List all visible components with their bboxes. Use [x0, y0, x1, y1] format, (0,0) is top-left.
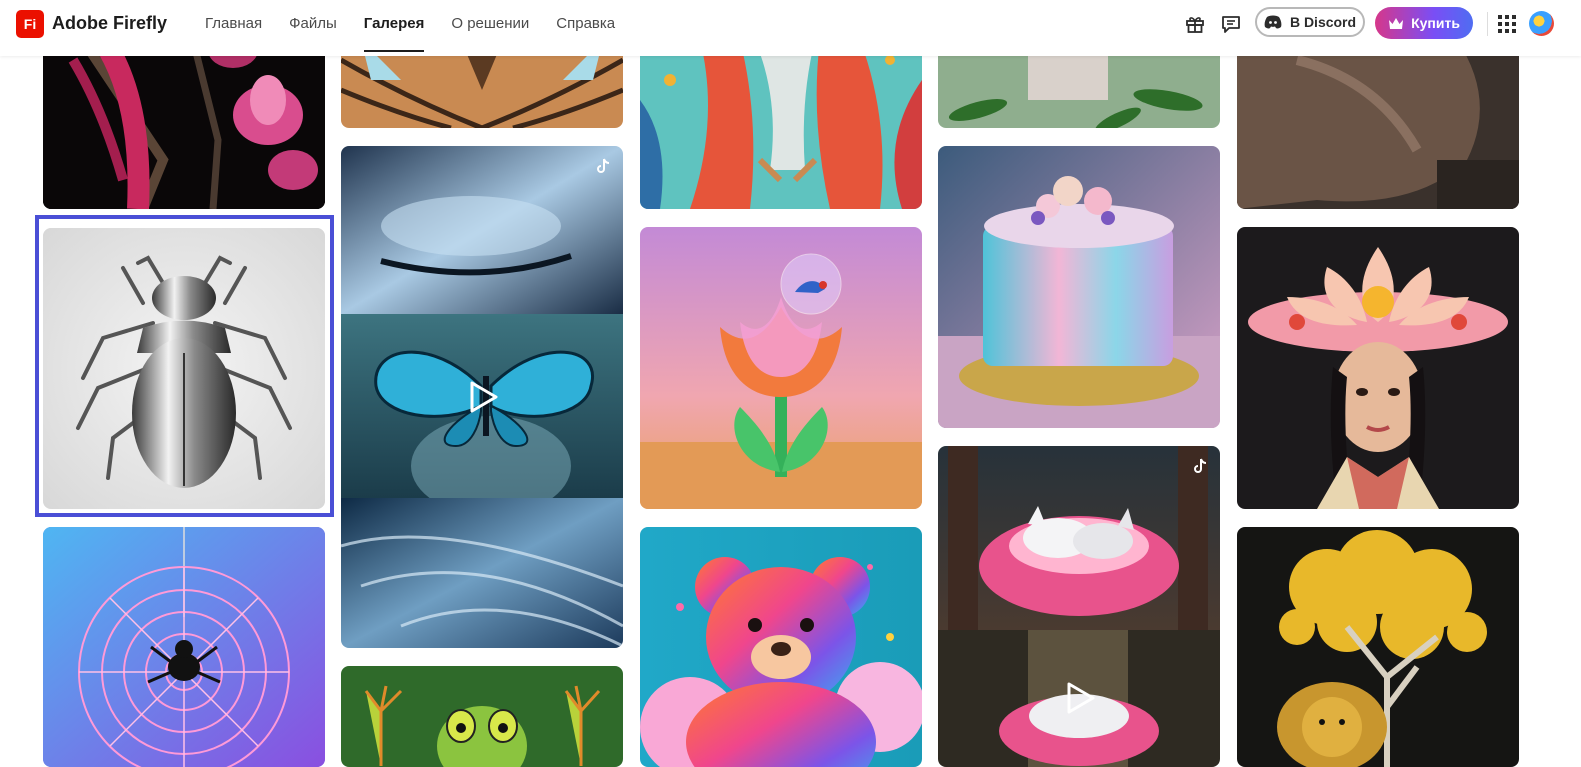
gallery-tile-fur[interactable]	[1237, 40, 1519, 209]
main-nav: Главная Файлы Галерея О решении Справка	[205, 0, 615, 56]
nav-gallery[interactable]: Галерея	[363, 0, 424, 52]
sleeping-fox-image	[938, 446, 1220, 767]
gallery-tile-frogs[interactable]	[341, 666, 623, 767]
lotus-woman-image	[1237, 227, 1519, 509]
avatar[interactable]	[1529, 11, 1554, 36]
gallery-tile-cake[interactable]	[938, 146, 1220, 428]
crown-icon	[1389, 17, 1404, 29]
gallery-tile-magnolia[interactable]	[43, 40, 325, 209]
gift-icon[interactable]	[1184, 13, 1206, 35]
gallery-tile-butterfly-video[interactable]	[341, 146, 623, 648]
gallery-tile-teddy-bear[interactable]	[640, 527, 922, 767]
buy-button[interactable]: Купить	[1375, 7, 1473, 39]
magnolia-image	[43, 40, 325, 209]
golden-tree-image	[1237, 527, 1519, 767]
teddy-bear-image	[640, 527, 922, 767]
glass-tulip-image	[640, 227, 922, 509]
cake-image	[938, 146, 1220, 428]
frogs-image	[341, 666, 623, 767]
spider-web-image	[43, 527, 325, 767]
app-name[interactable]: Adobe Firefly	[52, 13, 167, 34]
play-icon[interactable]	[1059, 678, 1099, 718]
chat-icon[interactable]	[1220, 13, 1242, 35]
discord-icon	[1264, 15, 1282, 29]
discord-button[interactable]: В Discord	[1255, 7, 1365, 37]
gallery-tile-fox-video[interactable]	[938, 446, 1220, 767]
header-divider	[1487, 12, 1488, 36]
gallery-tile-lotus-woman[interactable]	[1237, 227, 1519, 509]
nav-files[interactable]: Файлы	[289, 0, 337, 50]
apps-grid-icon[interactable]	[1496, 13, 1518, 35]
play-icon[interactable]	[462, 377, 502, 417]
gallery-tile-paper-creature[interactable]	[640, 40, 922, 209]
selection-highlight	[35, 215, 334, 517]
firefly-logo[interactable]: Fi	[16, 10, 44, 38]
gallery-tile-glass-tulip[interactable]	[640, 227, 922, 509]
nav-about[interactable]: О решении	[451, 0, 529, 50]
discord-label: В Discord	[1289, 14, 1357, 30]
top-bar: Fi Adobe Firefly Главная Файлы Галерея О…	[0, 0, 1581, 56]
tiktok-icon	[597, 158, 610, 173]
gallery-tile-golden-tree[interactable]	[1237, 527, 1519, 767]
tiktok-icon	[1194, 458, 1207, 473]
gallery-tile-spider-web[interactable]	[43, 527, 325, 767]
fur-image	[1237, 40, 1519, 209]
paper-creature-image	[640, 40, 922, 209]
buy-label: Купить	[1411, 15, 1460, 31]
nav-help[interactable]: Справка	[556, 0, 615, 50]
nav-home[interactable]: Главная	[205, 0, 262, 50]
